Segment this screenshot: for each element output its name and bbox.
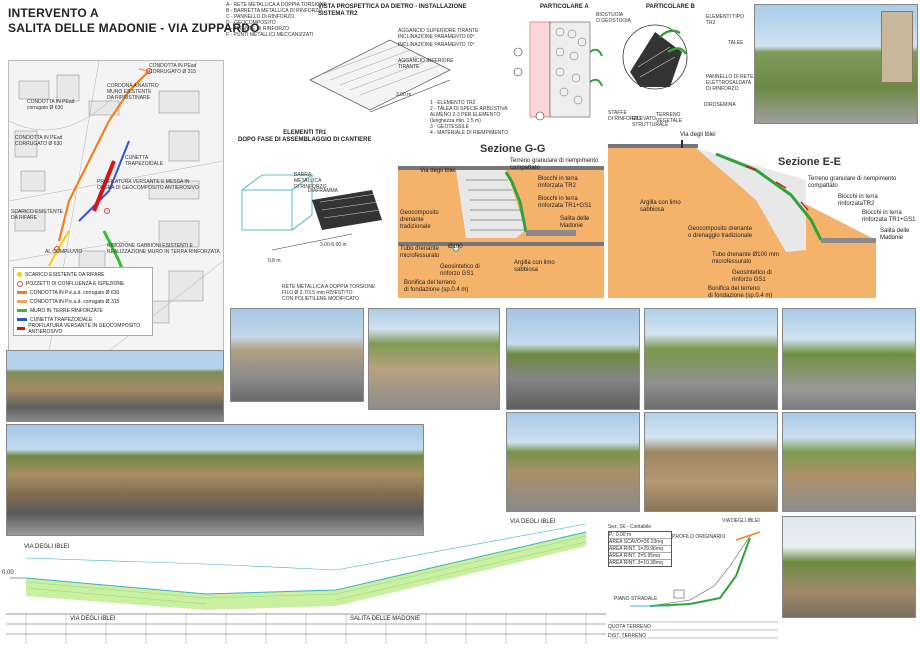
photo-row2-3 (644, 412, 778, 512)
dim-300: 3.00 m (396, 92, 412, 98)
gg-label-8: Argilla con limo sabbiosa (514, 260, 555, 273)
aggancio-superiore: AGGANCIO SUPERIORE TIRANTE INCLINAZIONE P… (398, 28, 479, 40)
legend-swatch (17, 327, 26, 330)
map-label-rimozione: RIMOZIONE GABBIONI ESISTENTI E REALIZZAZI… (107, 243, 220, 255)
site-plan-map: CONDOTTA IN PEad CORRUGATO Ø 315 CORDONA … (8, 60, 224, 352)
profile-via-top: VIA DEGLI IBLEI (510, 519, 556, 525)
gg-label-9: Bonifica del terreno di fondazione (sp.0.… (404, 280, 469, 293)
legend-item: SCARICO ESISTENTE DA RIFARE (17, 270, 149, 279)
map-label-cordona: CORDONA A NASTRO MURO ESISTENTE DA RIPRIST… (107, 83, 159, 101)
small-section-quota: QUOTA TERRENO (608, 624, 651, 630)
photo-row2-2 (506, 412, 640, 512)
ee-label-8: Bonifica del terreno di fondazione (sp.0.… (708, 286, 773, 299)
building-shape (881, 11, 913, 83)
diaframma-label: DIAFRAMMA (308, 188, 338, 194)
particolare-b-drawing (622, 24, 688, 90)
gg-label-4: Geocomposito drenante tradizionale (400, 210, 439, 230)
legend-swatch (17, 272, 22, 277)
map-label-cunetta: CUNETTA TRAPEZOIDALE (125, 155, 164, 167)
ee-label-1: Blocchi in terra rinforzataTR2 (838, 194, 878, 207)
legend-item: CONDOTTA IN P.e.a.d. corrugato Ø 315 (17, 297, 149, 306)
photo-row1-2 (368, 308, 500, 410)
inclinazione-70: INCLINAZIONE PARAMENTO 70° (398, 42, 475, 48)
map-label-scarico: SCARICO ESISTENTE DA RIFARE (11, 209, 63, 221)
ee-label-4: Argilla con limo sabbiosa (640, 200, 681, 213)
ee-label-6: Tubo drenante Ø100 mm microfessurato (712, 252, 779, 265)
profile-via-bottom: VIA DEGLI IBLEI (70, 616, 116, 622)
photo-bottom-right (782, 516, 916, 618)
ee-label-5: Geocomposito drenante o drenaggio tradizi… (688, 226, 753, 239)
sezione-gg-title: Sezione G-G (480, 143, 546, 155)
photo-row1-5 (782, 308, 916, 410)
ee-label-2: Blocchi in terra rinforzata TR1+GS1 (862, 210, 916, 223)
photo-row1-1 (230, 308, 364, 402)
gg-label-3: Salita delle Madonie (560, 216, 590, 229)
gg-label-1: Blocchi in terra rinforzata TR2 (538, 176, 578, 189)
photo-row2-1 (6, 350, 224, 422)
talee-label: TALEE (728, 40, 744, 46)
profile-salita: SALITA DELLE MADONIE (350, 616, 421, 622)
map-label-profilatura: PROFILATURA VERSANTE E MESSA IN OPERA DI … (97, 179, 199, 191)
rilevato-label: RILEVATO STRUTTURALE (632, 116, 669, 128)
gg-label-6: Ø100 (448, 244, 463, 250)
particolare-a-title: PARTICOLARE A (540, 4, 589, 10)
small-section-piano: PIANO STRADALE (614, 596, 658, 602)
idrosemina-label: IDROSEMINA (704, 102, 736, 108)
rete-label: RETE METALLICA A DOPPIA TORSIONE FILO Ø 2… (282, 284, 376, 302)
photo-row1-4 (644, 308, 778, 410)
title-line-1: INTERVENTO A (8, 6, 99, 20)
pannello-label: PANNELLO DI RETE ELETTROSALDATA DI RINFORZ… (706, 74, 754, 92)
legend-item: PROFILATURA VERSANTE IN GEOCOMPOSITO ANT… (17, 323, 149, 335)
legend-numbers: 1 - ELEMENTO TR2 2 - TALEA DI SPECIE ARBU… (430, 100, 509, 136)
dim-300-600: 3.00-6.00 m (320, 242, 347, 248)
gg-label-0: Terreno granulare di riempimento compatta… (510, 158, 599, 171)
legend-swatch (17, 280, 23, 287)
map-label-condotta-630-a: CONDOTTA IN PEad corrugato Ø 630 (27, 99, 75, 111)
ee-via-label: Via degli Iblei (680, 132, 716, 138)
dim-08: 0.8 m (268, 258, 281, 264)
gg-label-2: Blocchi in terra rinforzata TR1+GS1 (538, 196, 592, 209)
profile-via-left: VIA DEGLI IBLEI (24, 544, 70, 550)
legend-item: MURO IN TERRE RINFORZATE (17, 306, 149, 315)
particolare-b-title: PARTICOLARE B (646, 4, 695, 10)
gg-via-label: Via degli Iblei (420, 168, 456, 174)
legend-item: POZZETTI DI CONFLUENZA E ISPEZIONE (17, 279, 149, 288)
legend-swatch (17, 300, 27, 303)
aggancio-inferiore: AGGANCIO INFERIORE TIRANTE (398, 58, 454, 70)
longitudinal-profile (6, 523, 606, 644)
map-legend: SCARICO ESISTENTE DA RIFARE POZZETTI DI … (13, 267, 153, 336)
page-title: INTERVENTO A SALITA DELLE MADONIE - VIA … (8, 6, 260, 36)
ee-label-3: Salita delle Madonie (880, 228, 910, 241)
small-section-dist: DIST. TERRENO (608, 633, 646, 639)
small-section-via: VIA DEGLI IBLEI (722, 518, 760, 524)
ee-label-0: Terreno granulare di riempimento compatta… (808, 176, 897, 189)
map-label-condotta-315: CONDOTTA IN PEad CORRUGATO Ø 315 (149, 63, 197, 75)
legend-swatch (17, 291, 27, 294)
map-label-condotta-630-b: CONDOTTA IN PEad CORRUGATO Ø 630 (15, 135, 63, 147)
photo-top-right (754, 4, 918, 124)
title-line-2: SALITA DELLE MADONIE - VIA ZUPPARDO (8, 21, 260, 35)
particolare-a-drawing (513, 21, 603, 121)
elementi-tr1-title: ELEMENTI TR1 DOPO FASE DI ASSEMBLAGGIO DI… (238, 130, 372, 143)
profile-scale-zero: 0.00 (2, 570, 14, 576)
vista-title: VISTA PROSPETTICA DA DIETRO - INSTALLAZI… (318, 4, 467, 17)
photo-row1-3 (506, 308, 640, 410)
legend-swatch (17, 318, 27, 321)
ee-label-7: Geosintetico di rinforzo GS1 (732, 270, 772, 283)
photo-row2-4 (782, 412, 916, 512)
elementi-tr2-label: ELEMENTI TIPO TR2 (706, 14, 744, 26)
map-label-compluvio: AL COMPLUVIO (45, 249, 83, 255)
legend-item: CONDOTTA IN P.e.a.d. corrugato Ø 630 (17, 288, 149, 297)
legend-swatch (17, 309, 27, 312)
gg-label-7: Geosintetico di rinforzo GS1 (440, 264, 480, 277)
gg-label-5: Tubo drenante microfessurato (400, 246, 440, 259)
